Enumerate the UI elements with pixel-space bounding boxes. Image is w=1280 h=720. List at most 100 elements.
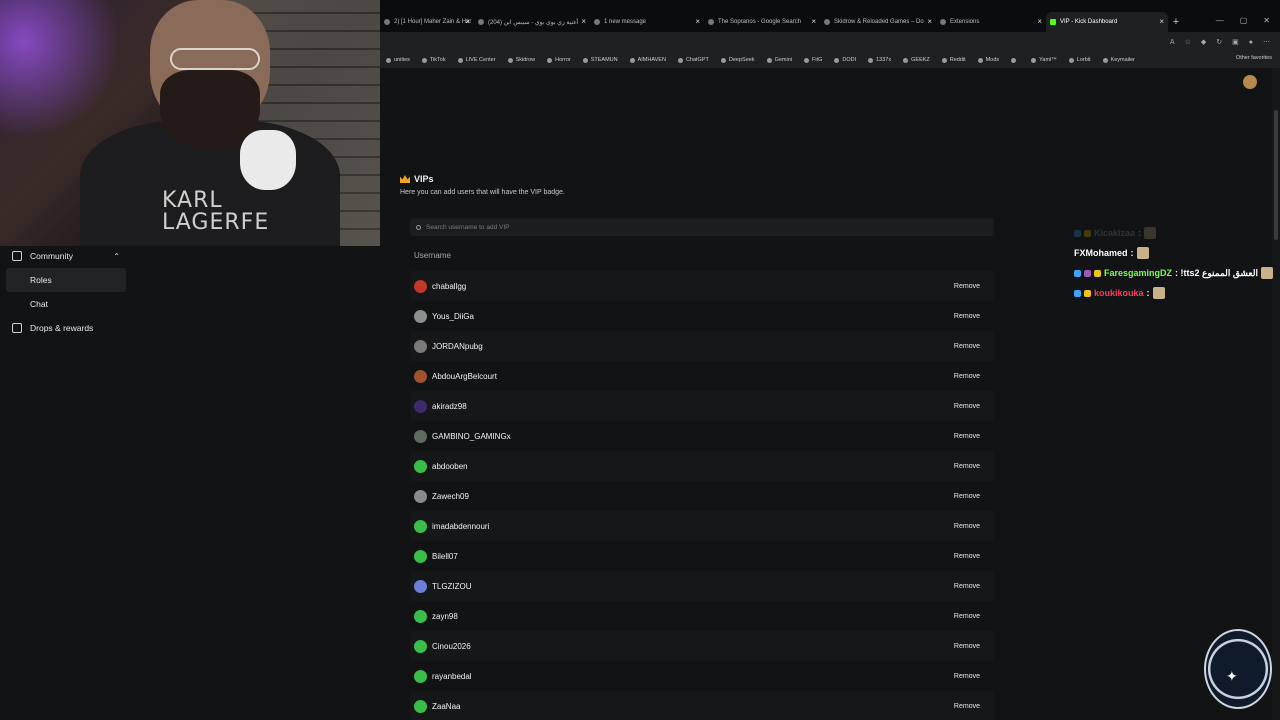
remove-button[interactable]: Remove	[954, 313, 988, 320]
search-icon	[416, 224, 421, 230]
new-tab-button[interactable]: +	[1168, 16, 1184, 28]
more-icon[interactable]: ⋯	[1263, 38, 1270, 46]
collections-icon[interactable]: ▣	[1232, 38, 1239, 46]
browser-tab[interactable]: The Sopranos - Google Search ×	[704, 12, 820, 32]
star-icon[interactable]: ☆	[1185, 38, 1191, 46]
window-controls: — ▢ ✕	[1216, 16, 1270, 25]
chat-username: Kicakizaa	[1094, 228, 1136, 238]
vip-username: TLGZIZOU	[432, 581, 472, 591]
close-icon[interactable]: ×	[1159, 17, 1164, 26]
remove-button[interactable]: Remove	[954, 613, 988, 620]
close-icon[interactable]: ×	[1037, 17, 1042, 26]
sidebar-drops-label: Drops & rewards	[30, 323, 94, 333]
bookmark-label: Reddit	[949, 57, 966, 63]
scrollbar-thumb[interactable]	[1274, 110, 1278, 240]
browser-tab[interactable]: Extensions ×	[936, 12, 1046, 32]
chevron-up-icon[interactable]: ⌃	[113, 252, 120, 261]
browser-tab[interactable]: VIP - Kick Dashboard ×	[1046, 12, 1168, 32]
bookmark-item[interactable]: 1337x	[862, 57, 897, 63]
bookmark-item[interactable]: Horror	[541, 57, 577, 63]
bookmark-label: Lorbit	[1076, 57, 1091, 63]
restore-icon[interactable]: ▢	[1240, 16, 1248, 25]
minimize-icon[interactable]: —	[1216, 16, 1224, 25]
browser-tab[interactable]: Skidrow & Reloaded Games – Do ×	[820, 12, 936, 32]
remove-button[interactable]: Remove	[954, 523, 988, 530]
close-icon[interactable]: ×	[927, 17, 932, 26]
vip-username: Yous_DiiGa	[432, 311, 474, 321]
tab-label: 2) [1 Hour] Maher Zain & Har	[394, 19, 472, 25]
bookmark-item[interactable]: TikTok	[416, 57, 452, 63]
browser-tab[interactable]: 2) [1 Hour] Maher Zain & Har ×	[380, 12, 474, 32]
bookmark-item[interactable]: unities	[380, 57, 416, 63]
other-favorites[interactable]: Other favorites	[1236, 55, 1272, 61]
bookmark-item[interactable]: LIVE Center	[452, 57, 502, 63]
bookmark-icon	[834, 57, 840, 63]
bookmark-item[interactable]: Yaml™	[1025, 57, 1063, 63]
search-input[interactable]	[426, 223, 966, 231]
chat-message: FaresgamingDZ: !tts2 العشق الممنوع	[1074, 263, 1280, 283]
sidebar-item-roles[interactable]: Roles	[6, 268, 126, 292]
vip-username: GAMBINO_GAMINGx	[432, 431, 511, 441]
bookmark-item[interactable]: DeepSeek	[715, 57, 761, 63]
remove-button[interactable]: Remove	[954, 493, 988, 500]
remove-button[interactable]: Remove	[954, 283, 988, 290]
chat-badge-icon	[1074, 229, 1081, 237]
sidebar-item-chat[interactable]: Chat	[0, 292, 130, 316]
bookmark-label: DODI	[842, 57, 857, 63]
chat-badge-icon	[1084, 289, 1091, 297]
vip-username: abdooben	[432, 461, 468, 471]
remove-button[interactable]: Remove	[954, 583, 988, 590]
bookmark-icon	[1068, 57, 1074, 63]
remove-button[interactable]: Remove	[954, 673, 988, 680]
bookmark-item[interactable]: FitG	[798, 57, 828, 63]
bookmark-item[interactable]: Skidrow	[502, 57, 542, 63]
user-avatar[interactable]	[1243, 75, 1257, 89]
vip-row: chaballgg Remove	[410, 271, 994, 301]
close-icon[interactable]: ×	[811, 17, 816, 26]
avatar	[414, 579, 427, 593]
bookmark-icon	[457, 57, 463, 63]
browser-tab[interactable]: 1 new message ×	[590, 12, 704, 32]
bookmark-item[interactable]: Keymailer	[1097, 57, 1141, 63]
bookmark-label: unities	[394, 57, 410, 63]
address-bar[interactable]: A ☆ ◆ ↻ ▣ ● ⋯	[380, 32, 1280, 52]
remove-button[interactable]: Remove	[954, 343, 988, 350]
bookmark-item[interactable]: Mods	[972, 57, 1005, 63]
vip-row: zayn98 Remove	[410, 601, 994, 631]
bookmark-item[interactable]: DODI	[828, 57, 862, 63]
bookmark-icon	[507, 57, 513, 63]
bookmark-icon	[386, 57, 391, 63]
shirt-text-line2: LAGERFE	[162, 210, 270, 235]
vip-username: rayanbedal	[432, 671, 472, 681]
remove-button[interactable]: Remove	[954, 643, 988, 650]
vip-search-box[interactable]	[410, 218, 994, 236]
remove-button[interactable]: Remove	[954, 403, 988, 410]
profile-icon[interactable]: ●	[1249, 39, 1253, 46]
bookmark-item[interactable]: GEEKZ	[897, 57, 936, 63]
bookmark-item[interactable]: Lorbit	[1063, 57, 1097, 63]
remove-button[interactable]: Remove	[954, 433, 988, 440]
refresh-icon[interactable]: ↻	[1216, 38, 1222, 46]
extension-icon[interactable]: ◆	[1201, 38, 1206, 46]
bookmark-item[interactable]: STEAMUN	[577, 57, 624, 63]
remove-button[interactable]: Remove	[954, 553, 988, 560]
remove-button[interactable]: Remove	[954, 463, 988, 470]
close-icon[interactable]: ×	[581, 17, 586, 26]
browser-tab[interactable]: (204) أغنية زي بوي بوي - سيبس ابن ×	[474, 12, 590, 32]
chat-message: koukikouka:	[1074, 283, 1280, 303]
bookmark-item[interactable]: AIMHAVEN	[624, 57, 672, 63]
bookmark-item[interactable]: Gemini	[761, 57, 798, 63]
bookmark-item[interactable]: Reddit	[936, 57, 972, 63]
bookmark-item[interactable]: ChatGPT	[672, 57, 715, 63]
sidebar-item-drops[interactable]: Drops & rewards	[0, 316, 130, 340]
sidebar-community-label: Community	[30, 251, 73, 261]
close-icon[interactable]: ×	[695, 17, 700, 26]
close-icon[interactable]: ×	[465, 17, 470, 26]
close-window-icon[interactable]: ✕	[1263, 16, 1270, 25]
bookmark-item[interactable]	[1005, 57, 1025, 63]
vip-row: Zawech09 Remove	[410, 481, 994, 511]
remove-button[interactable]: Remove	[954, 373, 988, 380]
sidebar-group-community[interactable]: Community ⌃	[0, 244, 130, 268]
read-aloud-icon[interactable]: A	[1170, 39, 1175, 46]
remove-button[interactable]: Remove	[954, 703, 988, 710]
